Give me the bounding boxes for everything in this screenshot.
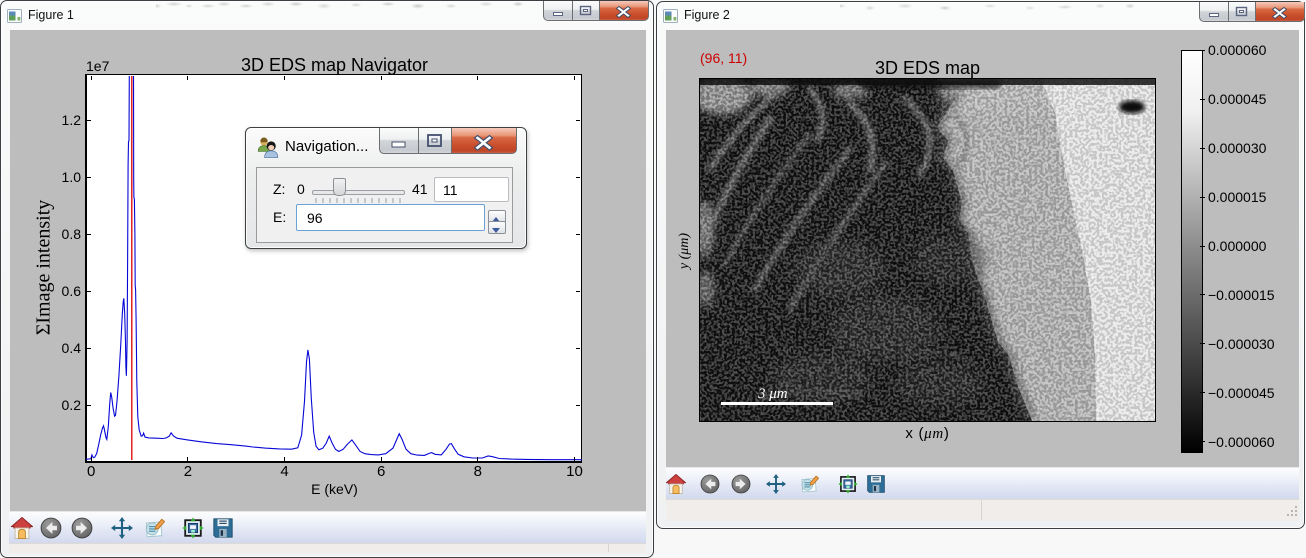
- svg-text:3 μm: 3 μm: [757, 386, 788, 402]
